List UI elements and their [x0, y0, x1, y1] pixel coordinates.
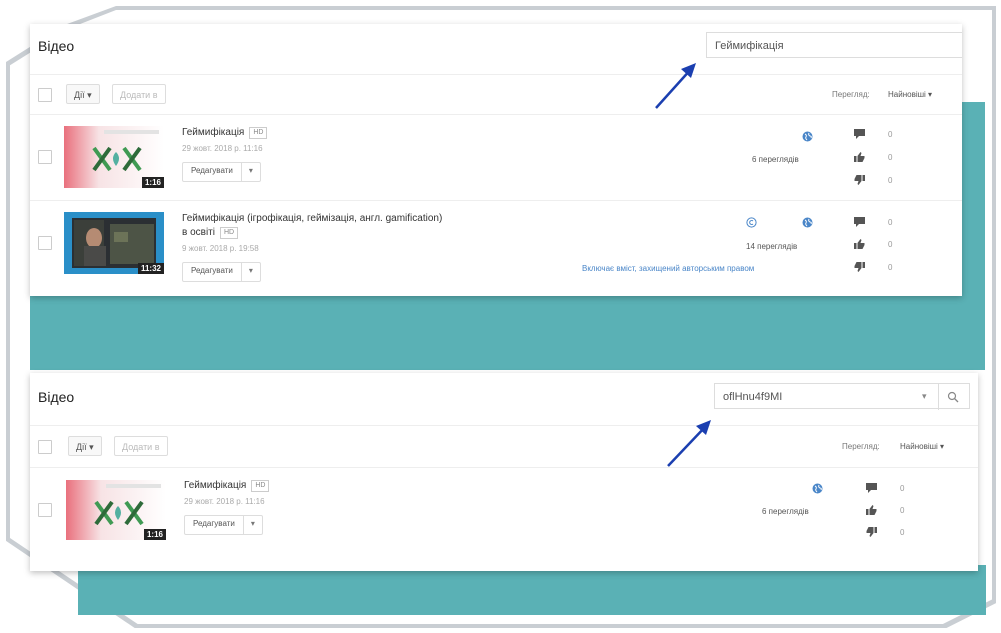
- select-all-checkbox[interactable]: [38, 88, 52, 102]
- video-panel-bottom: Відео oflHnu4f9MI ▾ Дії ▾ Додати в Перег…: [30, 373, 978, 571]
- sort-label: Перегляд:: [842, 442, 880, 451]
- search-icon: [947, 391, 959, 403]
- video-title[interactable]: Геймифікація HD: [182, 127, 268, 139]
- pointer-arrow: [655, 63, 696, 109]
- edit-dropdown-icon[interactable]: ▾: [242, 163, 260, 181]
- divider: [30, 425, 978, 426]
- like-count: 0: [900, 506, 905, 515]
- video-thumbnail[interactable]: 1:16: [66, 480, 166, 540]
- video-title[interactable]: Геймифікація (ігрофікація, геймізація, а…: [182, 213, 442, 224]
- comment-icon: [854, 129, 865, 139]
- public-globe-icon: [802, 131, 813, 142]
- like-icon: [854, 152, 865, 162]
- add-to-button[interactable]: Додати в: [114, 436, 168, 456]
- public-globe-icon: [812, 483, 823, 494]
- edit-button[interactable]: Редагувати: [185, 516, 244, 534]
- video-date: 29 жовт. 2018 р. 11:16: [184, 497, 265, 506]
- video-duration: 11:32: [137, 263, 164, 274]
- actions-button[interactable]: Дії ▾: [66, 84, 100, 104]
- search-dropdown-icon[interactable]: ▾: [922, 391, 927, 402]
- video-panel-top: Відео Геймифікація Дії ▾ Додати в Перегл…: [30, 24, 962, 296]
- divider: [30, 74, 962, 75]
- page-title: Відео: [38, 38, 75, 54]
- video-date: 9 жовт. 2018 р. 19:58: [182, 244, 259, 253]
- video-checkbox[interactable]: [38, 236, 52, 250]
- divider: [30, 114, 962, 115]
- search-input[interactable]: Геймифікація: [706, 32, 962, 58]
- video-title-line-2[interactable]: в освіті HD: [182, 227, 239, 239]
- pointer-arrow: [667, 420, 711, 467]
- view-count: 6 переглядів: [752, 155, 799, 164]
- like-icon: [866, 505, 877, 515]
- video-thumbnail[interactable]: 1:16: [64, 126, 164, 188]
- edit-button[interactable]: Редагувати: [183, 163, 242, 181]
- video-date: 29 жовт. 2018 р. 11:16: [182, 144, 263, 153]
- video-title[interactable]: Геймифікація HD: [184, 480, 270, 492]
- edit-button-group[interactable]: Редагувати ▾: [182, 162, 261, 182]
- dislike-icon: [866, 527, 877, 537]
- view-count: 14 переглядів: [746, 242, 798, 251]
- add-to-button[interactable]: Додати в: [112, 84, 166, 104]
- view-count: 6 переглядів: [762, 507, 809, 516]
- divider: [30, 467, 978, 468]
- public-globe-icon: [802, 217, 813, 228]
- hd-badge: HD: [249, 127, 268, 139]
- like-count: 0: [888, 153, 893, 162]
- dislike-icon: [854, 175, 865, 185]
- page-title: Відео: [38, 389, 75, 405]
- edit-button[interactable]: Редагувати: [183, 263, 242, 281]
- comment-icon: [854, 217, 865, 227]
- select-all-checkbox[interactable]: [38, 440, 52, 454]
- dislike-count: 0: [888, 263, 893, 272]
- like-icon: [854, 239, 865, 249]
- divider: [30, 200, 962, 201]
- teal-background-bottom: [78, 565, 986, 615]
- search-button[interactable]: [938, 384, 967, 410]
- video-duration: 1:16: [141, 177, 164, 188]
- comment-count: 0: [900, 484, 905, 493]
- sort-dropdown[interactable]: Найновіші ▾: [900, 442, 944, 451]
- sort-dropdown[interactable]: Найновіші ▾: [888, 90, 932, 99]
- comment-count: 0: [888, 218, 893, 227]
- actions-button[interactable]: Дії ▾: [68, 436, 102, 456]
- video-duration: 1:16: [143, 529, 166, 540]
- hd-badge: HD: [220, 227, 239, 239]
- comment-count: 0: [888, 130, 893, 139]
- sort-label: Перегляд:: [832, 90, 870, 99]
- like-count: 0: [888, 240, 893, 249]
- search-input[interactable]: oflHnu4f9MI: [714, 383, 970, 409]
- dislike-count: 0: [888, 176, 893, 185]
- copyright-icon[interactable]: [746, 217, 757, 228]
- dislike-count: 0: [900, 528, 905, 537]
- edit-button-group[interactable]: Редагувати ▾: [182, 262, 261, 282]
- edit-button-group[interactable]: Редагувати ▾: [184, 515, 263, 535]
- edit-dropdown-icon[interactable]: ▾: [242, 263, 260, 281]
- video-thumbnail[interactable]: 11:32: [64, 212, 164, 274]
- dislike-icon: [854, 262, 865, 272]
- edit-dropdown-icon[interactable]: ▾: [244, 516, 262, 534]
- comment-icon: [866, 483, 877, 493]
- copyright-notice-link[interactable]: Включає вміст, захищений авторським прав…: [582, 264, 754, 273]
- hd-badge: HD: [251, 480, 270, 492]
- video-checkbox[interactable]: [38, 150, 52, 164]
- video-checkbox[interactable]: [38, 503, 52, 517]
